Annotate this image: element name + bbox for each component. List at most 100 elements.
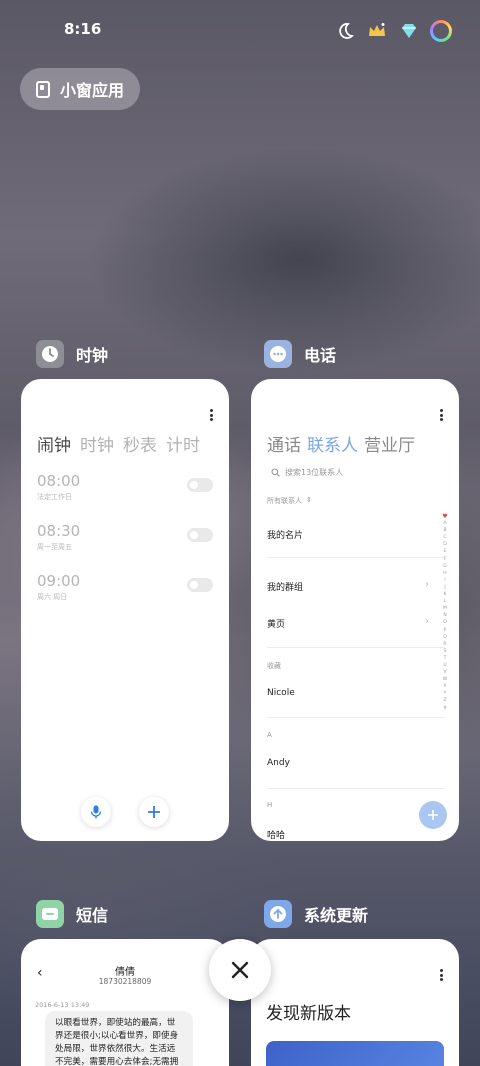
index-letter[interactable]: C (443, 534, 446, 541)
yellow-pages-label: 黄页 (267, 620, 286, 630)
close-icon (231, 961, 249, 979)
message-timestamp: 2016-6-13 13:49 (35, 1001, 90, 1009)
plus-icon (428, 810, 438, 820)
index-letter[interactable]: F (444, 556, 447, 563)
index-letter[interactable]: D (443, 541, 446, 548)
update-headline: 发现新版本 (266, 1004, 351, 1024)
alarm-toggle[interactable] (187, 528, 213, 542)
alarm-item[interactable]: 08:00 法定工作日 (37, 472, 213, 502)
index-letter[interactable]: K (444, 591, 447, 598)
index-letter[interactable]: B (443, 527, 446, 534)
alarm-repeat: 法定工作日 (37, 493, 72, 501)
yellow-pages-row[interactable]: 黄页 › (267, 616, 429, 630)
index-letter[interactable]: O (443, 619, 447, 626)
my-card-label: 我的名片 (267, 531, 304, 541)
alarm-toggle[interactable] (187, 478, 213, 492)
add-contact-button[interactable] (419, 801, 447, 829)
alarm-item[interactable]: 08:30 周一至周五 (37, 522, 213, 552)
phone-app-icon (264, 340, 292, 368)
sms-app-card[interactable]: ‹ 倩倩 18730218809 2016-6-13 13:49 以眼看世界，即… (21, 939, 229, 1066)
status-time: 8:16 (64, 20, 102, 38)
contact-name: Nicole (267, 688, 295, 698)
clock-app-icon (36, 340, 64, 368)
phone-tabs: 通话 联系人 营业厅 (267, 431, 415, 456)
index-letter[interactable]: P (444, 627, 447, 634)
clock-app-header[interactable]: 时钟 (36, 340, 108, 368)
my-groups-row[interactable]: 我的群组 › (267, 579, 429, 593)
update-app-card[interactable]: 发现新版本 (251, 939, 459, 1066)
divider (267, 647, 445, 648)
contact-name: Andy (267, 758, 290, 768)
index-letter[interactable]: # (443, 705, 447, 712)
chevron-right-icon: › (425, 579, 429, 590)
alarm-item[interactable]: 09:00 周六 周日 (37, 572, 213, 602)
index-letter[interactable]: Y (444, 690, 447, 697)
index-letter[interactable]: S (444, 648, 447, 655)
alphabet-index[interactable]: ♥ A B C D E F G H I J K L M N O P Q R S T U V W X Y Z # (441, 513, 449, 712)
search-icon (271, 468, 280, 477)
clock-app-card[interactable]: 闹钟 时钟 秒表 计时 08:00 法定工作日 08:30 周一至周五 09:0… (21, 379, 229, 841)
divider (267, 717, 445, 718)
section-favorites: 收藏 (267, 662, 281, 670)
index-letter[interactable]: N (443, 612, 446, 619)
contact-filter[interactable]: 所有联系人 ⇕ (267, 496, 312, 506)
more-icon[interactable] (209, 409, 213, 421)
index-letter[interactable]: W (443, 676, 447, 683)
index-letter[interactable]: E (444, 548, 447, 555)
divider (267, 788, 445, 789)
alarm-toggle[interactable] (187, 578, 213, 592)
index-letter[interactable]: R (443, 641, 446, 648)
sms-app-title: 短信 (76, 906, 109, 925)
index-letter[interactable]: T (444, 655, 447, 662)
index-letter[interactable]: J (444, 584, 445, 591)
contact-search[interactable]: 搜索13位联系人 (271, 467, 343, 478)
tab-clock[interactable]: 时钟 (80, 431, 114, 456)
moon-icon (334, 20, 356, 42)
update-app-icon (264, 900, 292, 928)
index-letter[interactable]: I (444, 577, 445, 584)
phone-app-card[interactable]: 通话 联系人 营业厅 搜索13位联系人 所有联系人 ⇕ 我的名片 我的群组 › … (251, 379, 459, 841)
tab-stopwatch[interactable]: 秒表 (123, 431, 157, 456)
phone-app-title: 电话 (304, 346, 337, 365)
tab-timer[interactable]: 计时 (166, 431, 200, 456)
microphone-icon (90, 805, 102, 819)
contact-row[interactable]: Nicole (267, 688, 429, 698)
contact-row[interactable]: 哈哈 (267, 828, 429, 841)
voice-alarm-button[interactable] (81, 797, 111, 827)
index-letter[interactable]: G (443, 563, 447, 570)
floating-window-button[interactable]: 小窗应用 (20, 68, 141, 110)
index-letter[interactable]: Z (443, 697, 446, 704)
index-letter[interactable]: M (443, 605, 447, 612)
index-letter[interactable]: H (443, 570, 446, 577)
more-icon[interactable] (439, 409, 443, 421)
index-letter[interactable]: A (443, 520, 446, 527)
phone-app-header[interactable]: 电话 (264, 340, 336, 368)
index-letter[interactable]: L (444, 598, 447, 605)
tab-contacts[interactable]: 联系人 (307, 431, 358, 456)
plus-icon (148, 806, 160, 818)
index-letter[interactable]: ♥ (442, 513, 447, 520)
update-app-header[interactable]: 系统更新 (264, 900, 368, 928)
add-alarm-button[interactable] (139, 797, 169, 827)
sms-app-header[interactable]: 短信 (36, 900, 108, 928)
chevron-right-icon: › (425, 616, 429, 627)
tab-alarm[interactable]: 闹钟 (37, 431, 71, 456)
index-letter[interactable]: X (443, 683, 446, 690)
my-card-row[interactable]: 我的名片 (267, 528, 429, 541)
tab-calls[interactable]: 通话 (267, 431, 301, 456)
index-letter[interactable]: V (443, 669, 446, 676)
index-letter[interactable]: Q (443, 634, 447, 641)
index-letter[interactable]: U (443, 662, 446, 669)
floating-window-label: 小窗应用 (60, 81, 125, 100)
clock-app-title: 时钟 (76, 346, 109, 365)
message-bubble: 以眼看世界，即使站的最高，世界还是很小;以心看世界，即使身处局限，世界依然很大。… (45, 1011, 193, 1066)
contact-row[interactable]: Andy (267, 758, 429, 768)
tab-service-hall[interactable]: 营业厅 (364, 431, 415, 456)
floating-window-icon (36, 80, 50, 98)
clock-tabs: 闹钟 时钟 秒表 计时 (37, 431, 200, 456)
more-icon[interactable] (439, 969, 443, 981)
update-banner (266, 1041, 444, 1066)
update-app-title: 系统更新 (304, 906, 369, 925)
contact-number: 18730218809 (98, 977, 152, 986)
clear-all-button[interactable] (209, 939, 271, 1001)
